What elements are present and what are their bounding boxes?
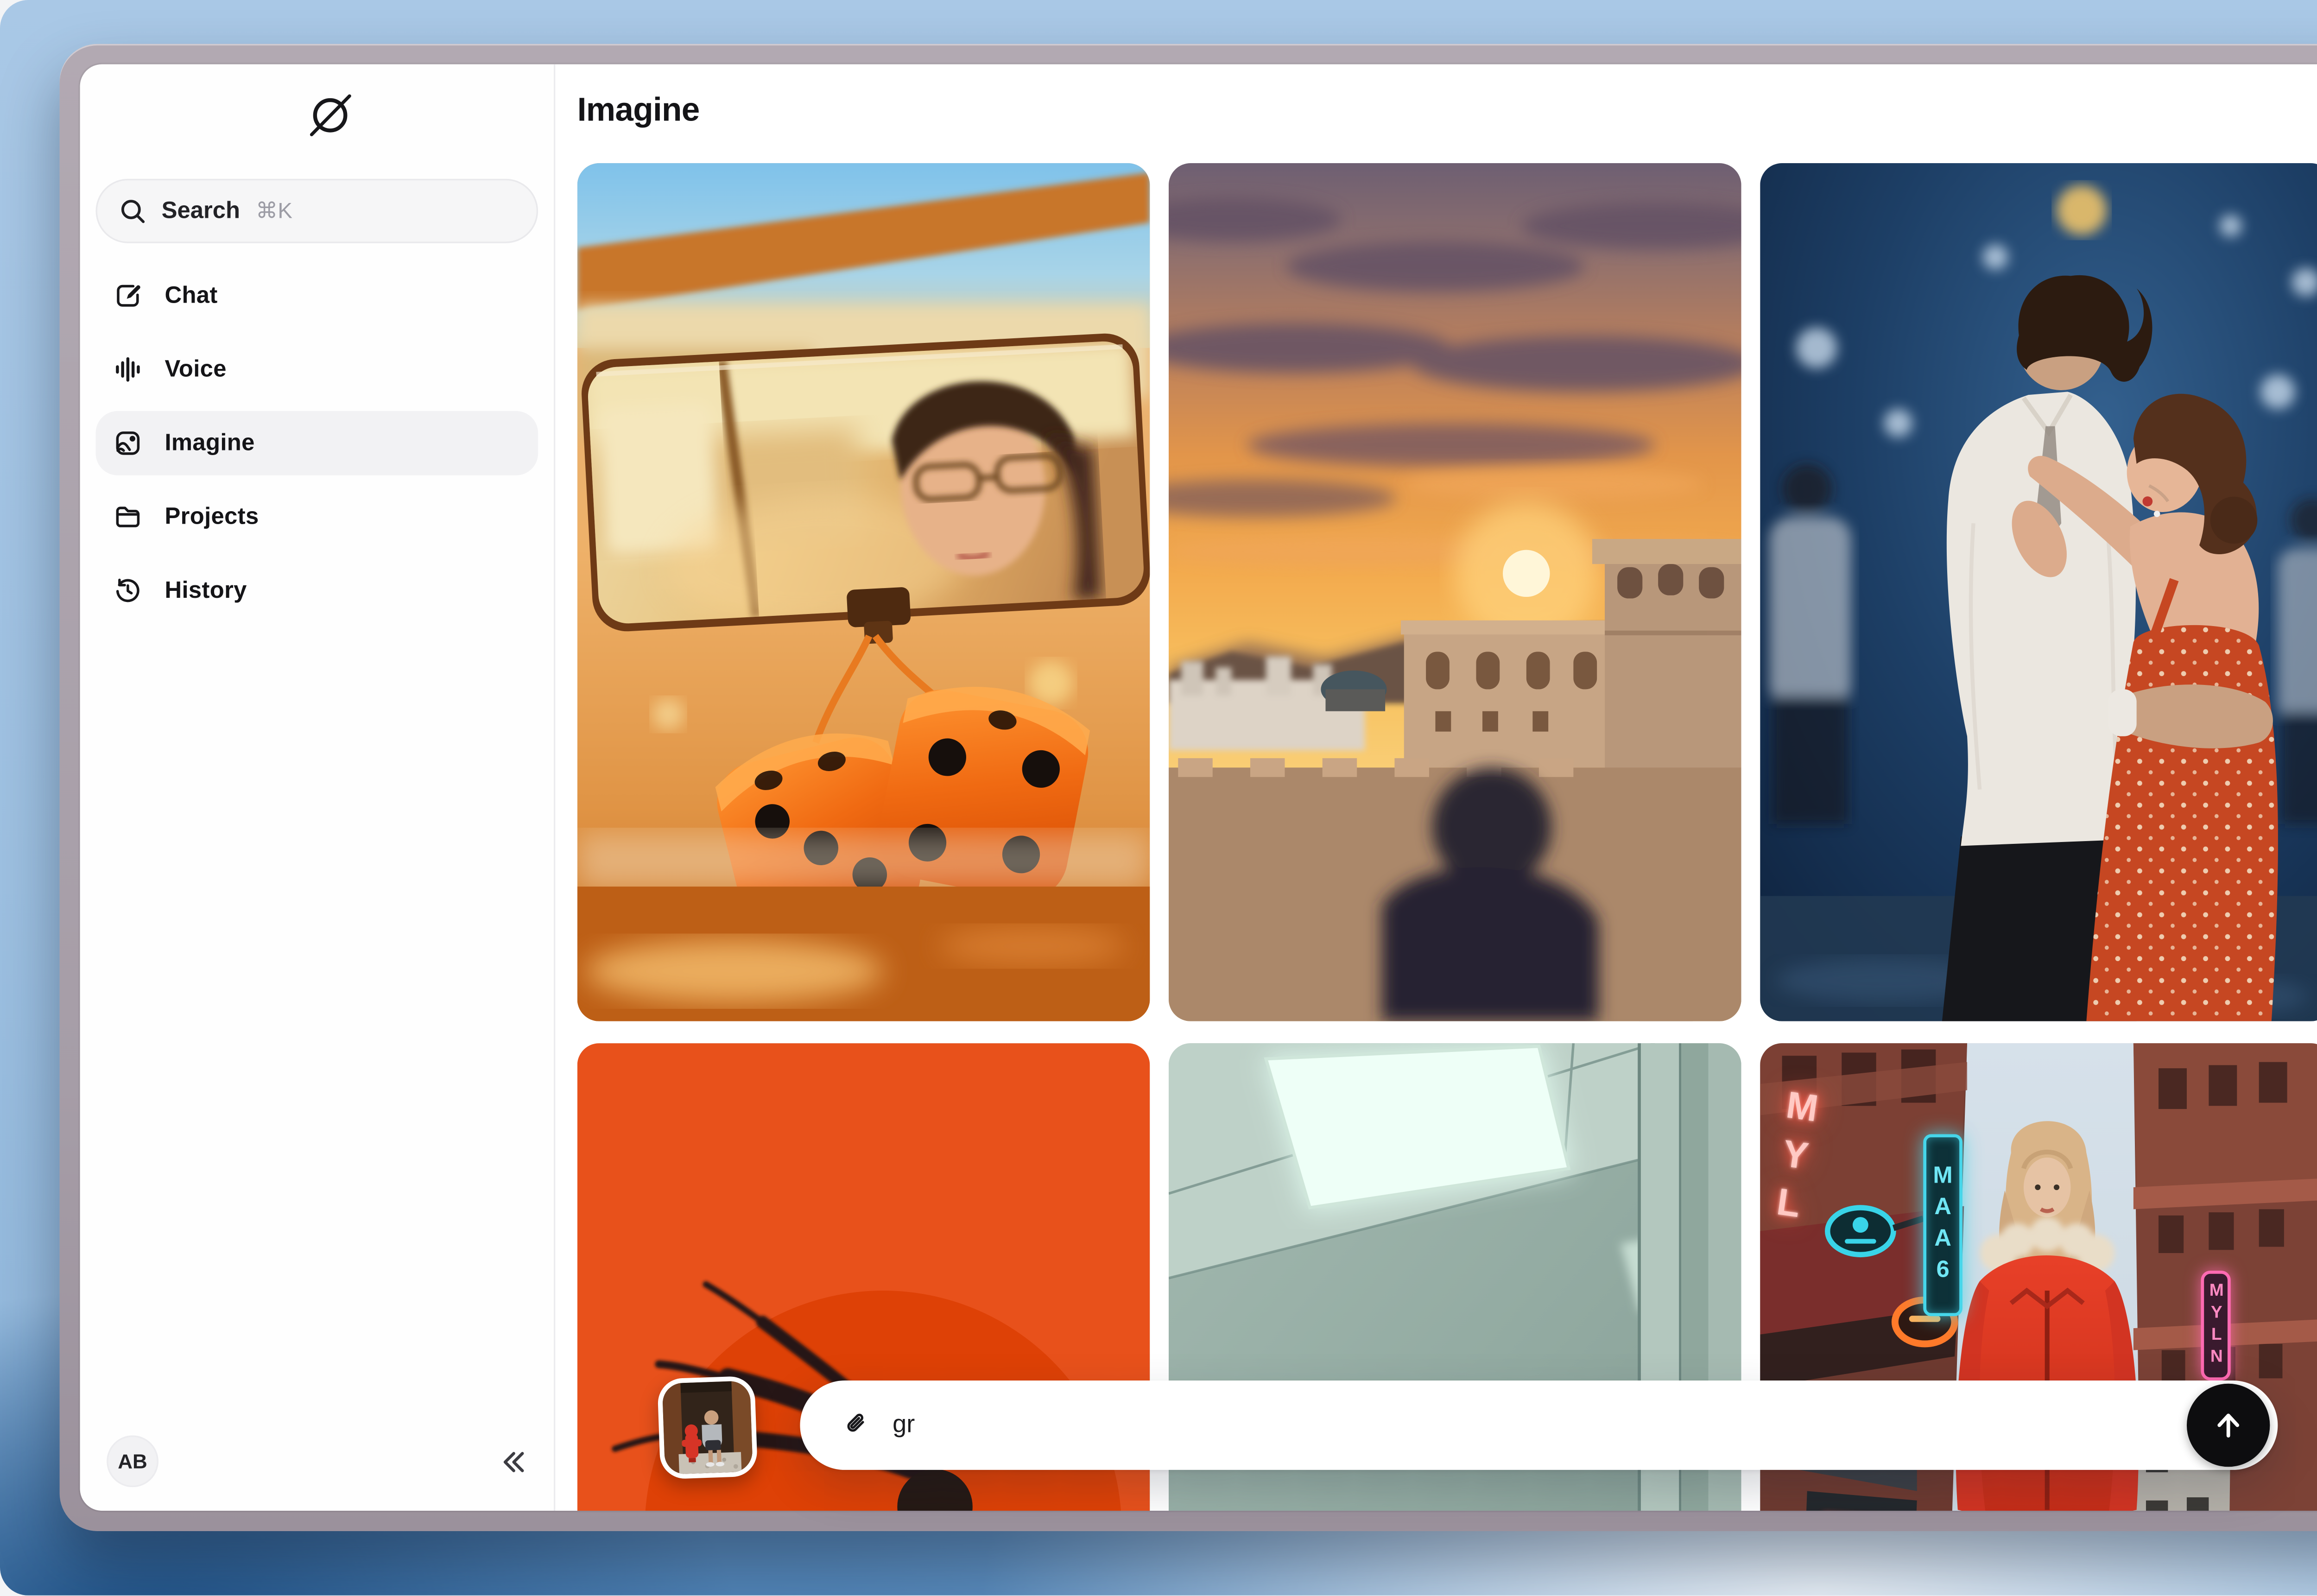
sidebar-item-chat[interactable]: Chat <box>95 264 538 328</box>
chevrons-left-icon <box>497 1445 529 1477</box>
gallery-art <box>1760 163 2317 1021</box>
sidebar-item-voice[interactable]: Voice <box>95 337 538 402</box>
page-title: Imagine <box>555 64 2317 130</box>
attachment-thumbnail[interactable] <box>657 1376 758 1480</box>
grok-compass-logo-icon <box>107 91 554 139</box>
sidebar-item-label: Imagine <box>165 430 254 457</box>
avatar[interactable]: AB <box>107 1435 158 1487</box>
gallery-image-rearview-dice[interactable] <box>577 163 1150 1021</box>
sidebar: Search ⌘K Chat <box>80 64 556 1511</box>
sidebar-item-label: Chat <box>165 282 217 309</box>
pencil-square-icon <box>113 281 143 310</box>
gallery-image-dancing-couple[interactable] <box>1760 163 2317 1021</box>
folder-icon <box>113 502 143 532</box>
sidebar-item-label: Voice <box>165 356 226 383</box>
send-button[interactable] <box>2187 1384 2270 1467</box>
sidebar-footer: AB <box>107 1435 533 1487</box>
search-icon <box>118 196 147 226</box>
main-panel: Imagine <box>555 64 2317 1511</box>
logo[interactable] <box>80 64 554 139</box>
collapse-sidebar-button[interactable] <box>493 1441 533 1482</box>
gallery-art <box>577 163 1150 1021</box>
neon-sign-myln: MYLN <box>2201 1271 2230 1381</box>
sidebar-item-label: Projects <box>165 504 259 531</box>
search-shortcut: ⌘K <box>256 198 292 225</box>
prompt-input[interactable] <box>893 1411 2278 1439</box>
search-label: Search <box>162 198 240 225</box>
paperclip-icon[interactable] <box>842 1410 872 1440</box>
desktop: Search ⌘K Chat <box>0 0 2317 1596</box>
prompt-bar[interactable] <box>800 1381 2278 1470</box>
gallery-art <box>1169 163 1741 1021</box>
image-gallery: MYL MAA6 MYLN <box>577 163 2317 1511</box>
app-window: Search ⌘K Chat <box>60 44 2317 1531</box>
sidebar-item-history[interactable]: History <box>95 558 538 623</box>
arrow-up-icon <box>2210 1407 2247 1444</box>
window-content: Search ⌘K Chat <box>80 64 2317 1511</box>
sidebar-item-imagine[interactable]: Imagine <box>95 411 538 475</box>
photo-icon <box>113 428 143 458</box>
avatar-initials: AB <box>118 1450 147 1473</box>
sidebar-item-projects[interactable]: Projects <box>95 485 538 549</box>
search-input[interactable]: Search ⌘K <box>95 179 538 243</box>
sidebar-nav: Chat Voice <box>95 264 538 623</box>
clock-rotate-icon <box>113 576 143 605</box>
gallery-image-desert-sunset[interactable] <box>1169 163 1741 1021</box>
waveform-icon <box>113 355 143 384</box>
neon-sign-maab: MAA6 <box>1923 1134 1962 1316</box>
sidebar-item-label: History <box>165 577 247 604</box>
attachment-photo <box>662 1381 753 1475</box>
